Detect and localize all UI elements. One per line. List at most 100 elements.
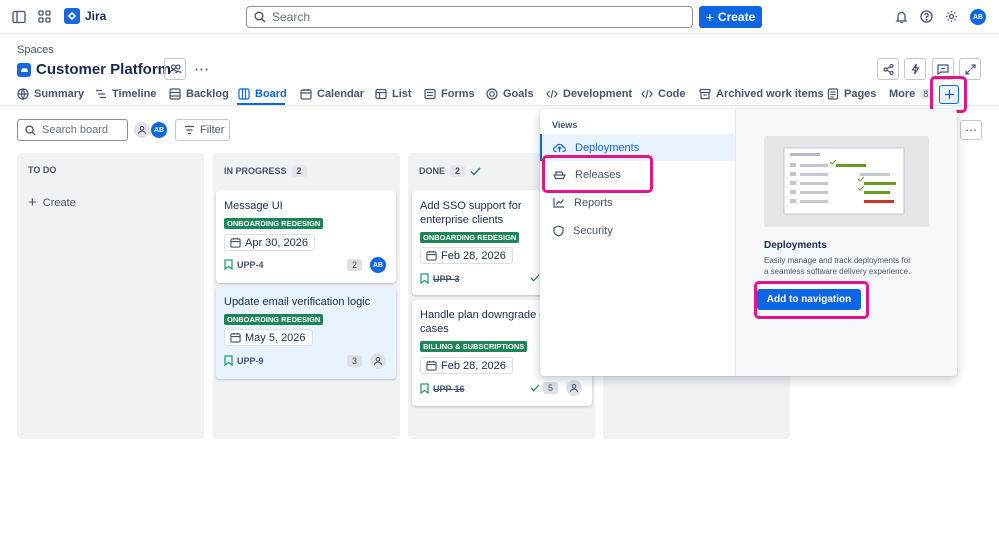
preview-illustration bbox=[764, 136, 929, 227]
search-input[interactable]: Search bbox=[246, 6, 693, 28]
tab-backlog[interactable]: Backlog bbox=[169, 84, 229, 104]
person-icon bbox=[569, 383, 579, 393]
unassigned-avatar[interactable] bbox=[566, 380, 582, 396]
card-title-line1: Add SSO support for bbox=[420, 200, 522, 212]
share-icon bbox=[882, 63, 894, 75]
tab-archived-work-items[interactable]: Archived work items bbox=[699, 84, 824, 104]
deployments-table-illustration bbox=[783, 147, 905, 215]
story-points-badge: 5 bbox=[543, 382, 559, 394]
tab-label: Summary bbox=[34, 88, 85, 100]
issue-key[interactable]: UPP-3 bbox=[420, 273, 460, 284]
issue-key-text: UPP-3 bbox=[433, 273, 460, 284]
column-title: TO DO bbox=[28, 165, 57, 175]
jira-logo[interactable]: Jira bbox=[64, 8, 106, 24]
tab-calendar[interactable]: Calendar bbox=[300, 84, 364, 104]
person-icon bbox=[373, 356, 383, 366]
top-navigation-bar: Jira Search + Create AB bbox=[0, 0, 999, 34]
create-issue-button[interactable]: + Create bbox=[28, 195, 76, 210]
search-board-input[interactable]: Search board bbox=[17, 119, 128, 141]
unassigned-avatar[interactable] bbox=[370, 353, 386, 369]
settings-gear-icon[interactable] bbox=[945, 10, 958, 23]
tab-timeline[interactable]: Timeline bbox=[95, 84, 156, 104]
due-date-text: Feb 28, 2026 bbox=[441, 359, 506, 372]
card-upp-4[interactable]: Message UI ONBOARDING REDESIGN Apr 30, 2… bbox=[216, 190, 396, 283]
expand-icon bbox=[964, 63, 976, 75]
highlight-releases bbox=[542, 155, 653, 193]
preview-title: Deployments bbox=[764, 240, 827, 251]
code-icon bbox=[641, 88, 653, 100]
help-icon[interactable] bbox=[920, 10, 933, 23]
user-avatar-filter[interactable]: AB bbox=[151, 122, 167, 138]
user-avatar[interactable]: AB bbox=[970, 9, 986, 25]
card-title-line2: enterprise clients bbox=[420, 214, 504, 226]
issue-key[interactable]: UPP-16 bbox=[420, 383, 465, 394]
epic-lozenge: ONBOARDING REDESIGN bbox=[224, 218, 324, 229]
issue-key[interactable]: UPP-9 bbox=[224, 355, 264, 366]
list-icon bbox=[375, 88, 387, 100]
tab-label: Backlog bbox=[186, 88, 229, 100]
tab-code[interactable]: Code bbox=[641, 84, 686, 104]
tab-label: List bbox=[392, 88, 412, 100]
board-icon bbox=[238, 88, 250, 100]
share-button[interactable] bbox=[877, 58, 899, 80]
menu-item-label: Deployments bbox=[575, 141, 640, 154]
feedback-icon bbox=[937, 63, 949, 75]
archive-icon bbox=[699, 88, 711, 100]
due-date: Apr 30, 2026 bbox=[224, 234, 315, 251]
search-icon bbox=[25, 124, 36, 136]
tab-summary[interactable]: Summary bbox=[17, 84, 84, 104]
done-check-icon bbox=[530, 274, 540, 282]
epic-lozenge: ONBOARDING REDESIGN bbox=[420, 232, 520, 243]
card-title: Update email verification logic bbox=[224, 296, 371, 308]
column-title: IN PROGRESS bbox=[224, 166, 287, 176]
unassigned-avatar-filter[interactable] bbox=[134, 122, 150, 138]
tab-board[interactable]: Board bbox=[238, 84, 287, 104]
issue-key-text: UPP-4 bbox=[237, 259, 264, 270]
goals-icon bbox=[486, 88, 498, 100]
jira-logo-icon bbox=[64, 8, 80, 24]
preview-description-line2: a seamless software delivery experience. bbox=[764, 267, 911, 276]
calendar-icon bbox=[426, 360, 437, 371]
highlight-add-view bbox=[930, 76, 967, 113]
card-title: Message UI bbox=[224, 200, 283, 212]
app-switcher-icon[interactable] bbox=[38, 10, 51, 23]
automation-button[interactable] bbox=[904, 58, 926, 80]
story-points-badge: 3 bbox=[347, 355, 363, 367]
menu-item-label: Security bbox=[573, 224, 613, 237]
issue-key[interactable]: UPP-4 bbox=[224, 259, 264, 270]
menu-item-reports[interactable]: Reports bbox=[540, 189, 735, 216]
page-title: Customer Platform bbox=[36, 61, 172, 78]
create-button[interactable]: + Create bbox=[699, 6, 762, 28]
tab-goals[interactable]: Goals bbox=[486, 84, 534, 104]
sidebar-toggle-icon[interactable] bbox=[12, 10, 26, 24]
menu-item-security[interactable]: Security bbox=[540, 217, 735, 244]
card-upp-9[interactable]: Update email verification logic ONBOARDI… bbox=[216, 287, 396, 379]
notifications-bell-icon[interactable] bbox=[895, 10, 908, 24]
filter-button[interactable]: Filter bbox=[175, 119, 230, 141]
cloud-upload-icon bbox=[553, 142, 566, 153]
forms-icon bbox=[424, 88, 436, 100]
tab-development[interactable]: Development bbox=[546, 84, 632, 104]
board-more-actions-button[interactable]: ⋯ bbox=[960, 120, 982, 140]
tab-label: Calendar bbox=[317, 88, 365, 100]
done-check-icon bbox=[530, 384, 540, 392]
search-board-placeholder: Search board bbox=[42, 124, 109, 136]
lightning-icon bbox=[910, 63, 920, 75]
tab-list[interactable]: List bbox=[375, 84, 412, 104]
tab-pages[interactable]: Pages bbox=[827, 84, 876, 104]
epic-lozenge: ONBOARDING REDESIGN bbox=[224, 314, 324, 325]
card-title-line1: Handle plan downgrade ed bbox=[420, 309, 552, 321]
more-actions-icon[interactable]: ⋯ bbox=[194, 60, 210, 78]
assignee-avatar[interactable]: AB bbox=[370, 257, 386, 273]
team-button[interactable] bbox=[164, 58, 186, 80]
tab-forms[interactable]: Forms bbox=[424, 84, 475, 104]
tab-more[interactable]: More 8 bbox=[889, 84, 932, 104]
tab-label: Timeline bbox=[112, 88, 157, 100]
breadcrumb[interactable]: Spaces bbox=[17, 44, 54, 56]
column-header: TO DO bbox=[28, 165, 56, 175]
card-title-line2: cases bbox=[420, 323, 449, 335]
preview-description-line1: Easily manage and track deployments for bbox=[764, 256, 911, 265]
due-date-text: Feb 28, 2026 bbox=[441, 249, 506, 262]
done-check-icon bbox=[470, 167, 481, 176]
tab-label: Goals bbox=[503, 88, 534, 100]
